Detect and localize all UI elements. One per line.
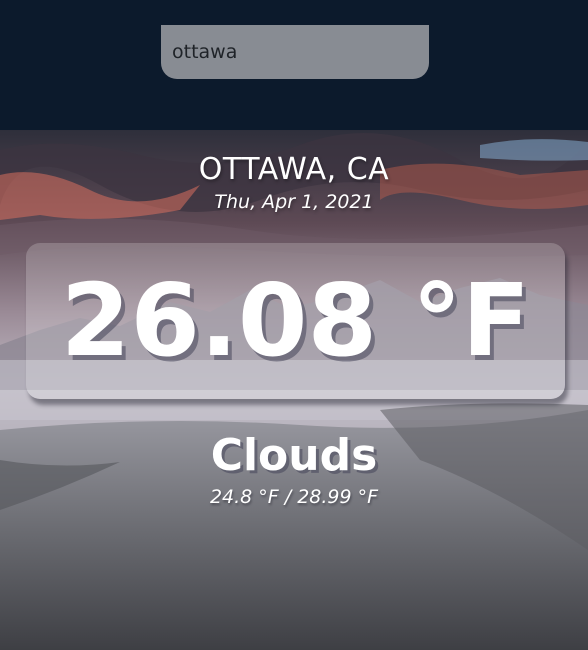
current-date: Thu, Apr 1, 2021 [214, 191, 374, 213]
search-input[interactable] [161, 25, 429, 79]
temperature-value: 26.08 °F [60, 262, 531, 379]
weather-condition: Clouds [210, 430, 378, 481]
temperature-card: 26.08 °F [26, 243, 565, 399]
location-name: OTTAWA, CA [198, 152, 390, 187]
top-bar [0, 0, 588, 130]
temperature-range: 24.8 °F / 28.99 °F [209, 486, 379, 508]
weather-panel: OTTAWA, CA Thu, Apr 1, 2021 26.08 °F Clo… [0, 130, 588, 650]
